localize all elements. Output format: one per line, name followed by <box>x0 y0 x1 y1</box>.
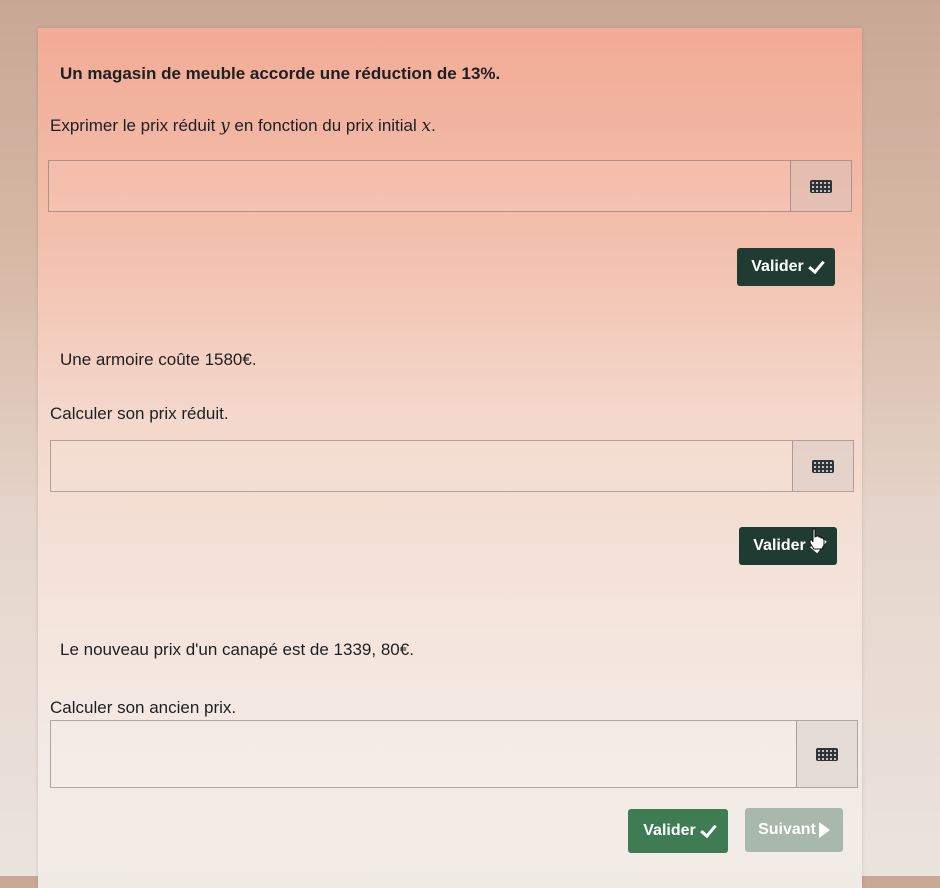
next-button[interactable]: Suivant <box>745 808 843 852</box>
q2-answer-field <box>50 440 854 492</box>
q1-prompt: Exprimer le prix réduit y en fonction du… <box>50 116 436 136</box>
play-icon <box>818 822 830 838</box>
q3-prompt: Calculer son ancien prix. <box>50 698 237 717</box>
keyboard-icon <box>816 747 838 761</box>
check-icon <box>807 256 825 274</box>
q1-statement: Un magasin de meuble accorde une réducti… <box>60 64 501 83</box>
q1-validate-button[interactable]: Valider <box>737 248 835 286</box>
keyboard-icon <box>810 179 832 193</box>
check-icon <box>699 820 717 838</box>
keyboard-button[interactable] <box>796 721 857 787</box>
q3-answer-field <box>50 720 858 788</box>
q2-statement: Une armoire coûte 1580€. <box>60 350 257 369</box>
hand-cursor-icon <box>809 528 825 550</box>
q3-validate-button[interactable]: Valider <box>628 809 728 853</box>
q3-answer-input[interactable] <box>51 721 796 787</box>
q3-statement: Le nouveau prix d'un canapé est de 1339,… <box>60 640 414 659</box>
q1-answer-field <box>48 160 852 212</box>
keyboard-button[interactable] <box>792 441 853 491</box>
q2-answer-input[interactable] <box>51 441 792 491</box>
q1-answer-input[interactable] <box>49 161 790 211</box>
keyboard-button[interactable] <box>790 161 851 211</box>
q2-prompt: Calculer son prix réduit. <box>50 404 229 423</box>
keyboard-icon <box>812 459 834 473</box>
